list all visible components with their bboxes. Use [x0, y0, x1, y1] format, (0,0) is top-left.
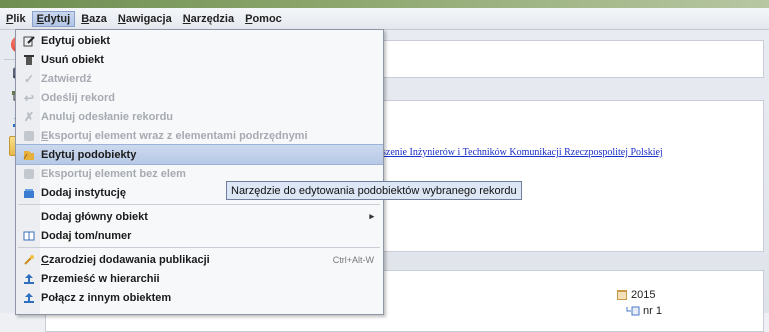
menu-narzedzia[interactable]: Narzędzia: [178, 11, 239, 27]
shortcut-label: Ctrl+Alt-W: [332, 254, 374, 265]
menu-item-link-object[interactable]: Połącz z innym obiektem: [16, 288, 383, 307]
menu-baza[interactable]: Baza: [76, 11, 112, 27]
tooltip: Narzędzie do edytowania podobiektów wybr…: [226, 181, 522, 200]
checkmark-icon: ✓: [23, 71, 35, 86]
tree-node-issue[interactable]: nr 1: [626, 305, 662, 317]
blank-icon-slot: [21, 209, 37, 225]
menu-edytuj[interactable]: Edytuj: [31, 10, 76, 27]
menu-divider: [18, 247, 380, 248]
menu-plik[interactable]: Plik: [1, 11, 31, 27]
book-icon: [21, 228, 37, 244]
menu-item-add-main-object[interactable]: Dodaj główny obiekt ▸: [16, 207, 383, 226]
menu-bar: Plik Edytuj Baza Nawigacja Narzędzia Pom…: [0, 8, 769, 30]
menu-item-edit-subobjects[interactable]: Edytuj podobiekty: [16, 144, 383, 165]
menu-item-delete-object[interactable]: Usuń obiekt: [16, 50, 383, 69]
submenu-arrow-icon: ▸: [369, 211, 374, 221]
menu-divider: [18, 204, 380, 205]
cancel-send-icon: ✗: [23, 109, 35, 124]
menu-item-publication-wizard[interactable]: Czarodziej dodawania publikacji Ctrl+Alt…: [16, 250, 383, 269]
move-icon: [21, 271, 37, 287]
export-icon: [21, 128, 37, 144]
institution-icon: [21, 185, 37, 201]
tree-connector-icon: [626, 306, 640, 316]
publisher-link[interactable]: szenie Inżynierów i Techników Komunikacj…: [382, 147, 663, 158]
trash-icon: [21, 52, 37, 68]
menu-nawigacja[interactable]: Nawigacja: [113, 11, 177, 27]
menu-item-approve: ✓ Zatwierdź: [16, 69, 383, 88]
edit-icon: [21, 33, 37, 49]
menu-item-export-with-children: Eksportuj element wraz z elementami podr…: [16, 126, 383, 145]
menu-item-move-in-hierarchy[interactable]: Przemieść w hierarchii: [16, 269, 383, 288]
menu-pomoc[interactable]: Pomoc: [240, 11, 287, 27]
link-icon: [21, 290, 37, 306]
window-top-border: [0, 0, 769, 8]
edit-dropdown-menu: Edytuj obiekt Usuń obiekt ✓ Zatwierdź ↩ Od…: [15, 29, 384, 315]
application-window: Plik Edytuj Baza Nawigacja Narzędzia Pom…: [0, 0, 769, 332]
menu-item-add-volume[interactable]: Dodaj tom/numer: [16, 226, 383, 245]
tree-node-year[interactable]: 2015: [616, 289, 655, 301]
calendar-icon: [617, 290, 627, 300]
menu-item-cancel-send: ✗ Anuluj odesłanie rekordu: [16, 107, 383, 126]
menu-item-edit-object[interactable]: Edytuj obiekt: [16, 31, 383, 50]
edit-subobjects-icon: [21, 147, 37, 163]
wizard-icon: [21, 252, 37, 268]
send-back-icon: ↩: [23, 90, 35, 105]
export-icon: [21, 166, 37, 182]
menu-item-send-back: ↩ Odeślij rekord: [16, 88, 383, 107]
